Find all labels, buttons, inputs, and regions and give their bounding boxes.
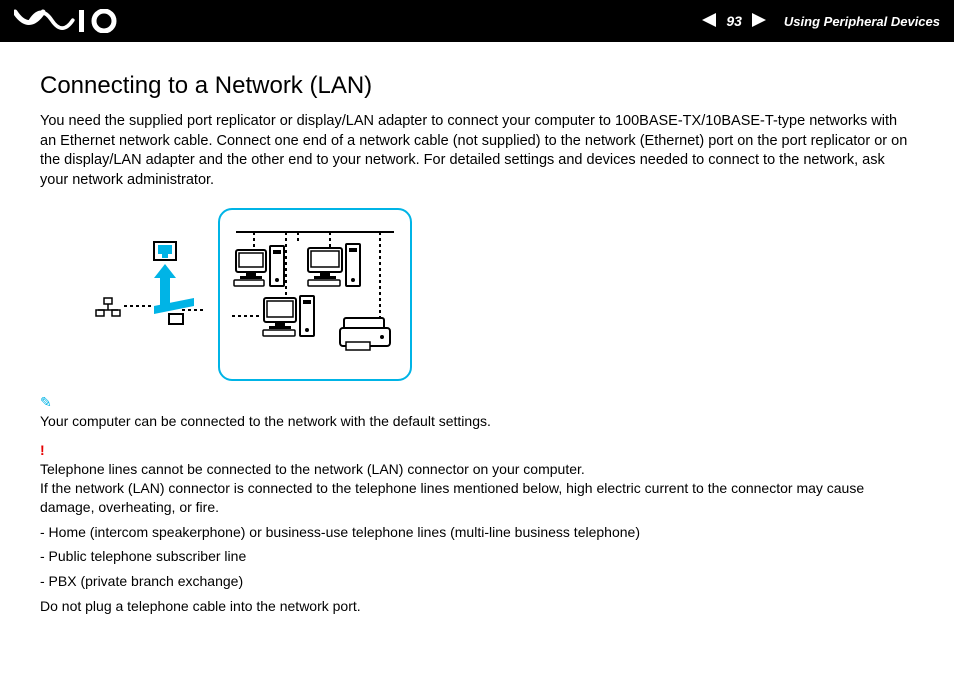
warning-bullets: - Home (intercom speakerphone) or busine… bbox=[40, 523, 914, 592]
warning-icon: ! bbox=[40, 442, 45, 458]
bullet-2: - Public telephone subscriber line bbox=[40, 547, 914, 566]
port-side-illustration bbox=[94, 240, 204, 350]
warning-block: ! Telephone lines cannot be connected to… bbox=[40, 441, 914, 517]
network-diagram bbox=[94, 208, 914, 381]
header-nav: 93 Using Peripheral Devices bbox=[702, 13, 940, 30]
page-content: Connecting to a Network (LAN) You need t… bbox=[0, 42, 954, 616]
page-number: 93 bbox=[726, 13, 742, 29]
page-title: Connecting to a Network (LAN) bbox=[40, 72, 914, 100]
section-title: Using Peripheral Devices bbox=[784, 14, 940, 29]
prev-page-button[interactable] bbox=[702, 13, 716, 30]
tip-block: ✎ Your computer can be connected to the … bbox=[40, 393, 914, 431]
header-bar: 93 Using Peripheral Devices bbox=[0, 0, 954, 42]
network-box-illustration bbox=[218, 208, 412, 381]
tip-text: Your computer can be connected to the ne… bbox=[40, 413, 491, 429]
next-page-button[interactable] bbox=[752, 13, 766, 30]
bullet-3: - PBX (private branch exchange) bbox=[40, 572, 914, 591]
bullet-1: - Home (intercom speakerphone) or busine… bbox=[40, 523, 914, 542]
manual-page: 93 Using Peripheral Devices Connecting t… bbox=[0, 0, 954, 674]
pencil-icon: ✎ bbox=[40, 394, 52, 410]
final-note: Do not plug a telephone cable into the n… bbox=[40, 597, 914, 616]
intro-text: You need the supplied port replicator or… bbox=[40, 112, 914, 190]
vaio-logo bbox=[14, 9, 124, 33]
warning-line-2: If the network (LAN) connector is connec… bbox=[40, 480, 864, 515]
warning-line-1: Telephone lines cannot be connected to t… bbox=[40, 461, 585, 477]
notes-section: ✎ Your computer can be connected to the … bbox=[40, 393, 914, 616]
